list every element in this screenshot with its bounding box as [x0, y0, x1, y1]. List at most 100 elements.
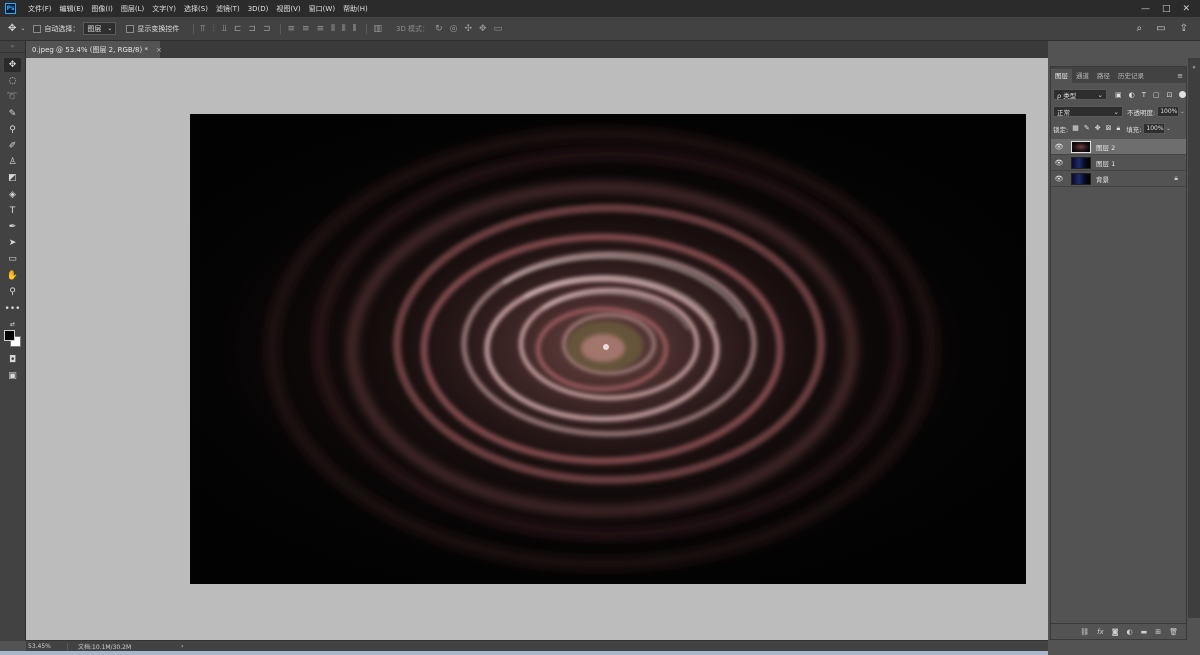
marquee-tool-icon[interactable]: ◌: [4, 74, 21, 88]
adjustment-icon[interactable]: ◐: [1127, 628, 1133, 636]
foreground-color-swatch[interactable]: [4, 330, 15, 341]
menu-window[interactable]: 窗口(W): [305, 4, 339, 14]
align-right-icon[interactable]: ⊐: [263, 24, 271, 34]
paint-bucket-tool-icon[interactable]: ◈: [4, 188, 21, 202]
distribute-left-icon[interactable]: ⫴: [331, 24, 335, 34]
distribute-vcenter-icon[interactable]: ≡: [302, 24, 310, 34]
new-layer-icon[interactable]: ⊞: [1155, 628, 1161, 636]
minimize-button[interactable]: —: [1141, 4, 1150, 14]
trash-icon[interactable]: 🗑︎: [1169, 628, 1178, 636]
type-tool-icon[interactable]: T: [4, 204, 21, 218]
distribute-top-icon[interactable]: ≡: [287, 24, 295, 34]
collapse-panels-icon[interactable]: «: [1188, 64, 1200, 71]
align-top-icon[interactable]: ⫪: [200, 24, 205, 34]
align-left-icon[interactable]: ⊏: [234, 24, 242, 34]
3d-camera-icon[interactable]: ▭: [494, 24, 503, 34]
canvas-area[interactable]: [26, 58, 1048, 640]
layer-row[interactable]: 👁︎ 图层 1: [1051, 155, 1186, 171]
panel-collapse-strip[interactable]: «: [1188, 58, 1200, 618]
eraser-tool-icon[interactable]: ◩: [4, 171, 21, 185]
link-icon[interactable]: ⛓: [1080, 628, 1089, 636]
layer-row[interactable]: 👁︎ 背景 🔒︎: [1051, 171, 1186, 187]
align-bottom-icon[interactable]: ⫫: [222, 24, 227, 34]
zoom-tool-icon[interactable]: ⚲: [4, 285, 21, 299]
maximize-button[interactable]: □: [1162, 4, 1171, 14]
stamp-tool-icon[interactable]: ♙: [4, 155, 21, 169]
auto-align-icon[interactable]: ▥: [373, 24, 382, 34]
eyedropper-tool-icon[interactable]: ⚲: [4, 123, 21, 137]
tab-layers[interactable]: 图层: [1051, 69, 1072, 83]
menu-layer[interactable]: 图层(L): [117, 4, 148, 14]
3d-rotate-icon[interactable]: ↻: [435, 24, 443, 34]
filter-type-icon[interactable]: T: [1142, 91, 1146, 99]
tab-paths[interactable]: 路径: [1093, 69, 1114, 83]
menu-help[interactable]: 帮助(H): [339, 4, 372, 14]
menu-type[interactable]: 文字(Y): [148, 4, 180, 14]
close-button[interactable]: ✕: [1182, 4, 1190, 14]
hand-tool-icon[interactable]: ✋: [4, 269, 21, 283]
distribute-bottom-icon[interactable]: ≡: [317, 24, 325, 34]
lasso-tool-icon[interactable]: ➰: [4, 90, 21, 104]
document-image[interactable]: [190, 114, 1026, 584]
close-icon[interactable]: ×: [156, 46, 162, 54]
fx-icon[interactable]: fx: [1097, 628, 1104, 636]
fill-dropdown-icon[interactable]: ⌄: [1166, 126, 1170, 132]
workspace-icon[interactable]: ▭: [1156, 23, 1165, 34]
search-icon[interactable]: ⌕: [1137, 23, 1143, 34]
filter-pixel-icon[interactable]: ▣: [1115, 91, 1122, 99]
visibility-eye-icon[interactable]: 👁︎: [1051, 159, 1067, 167]
path-select-tool-icon[interactable]: ➤: [4, 236, 21, 250]
panel-menu-icon[interactable]: ≡: [1177, 69, 1186, 83]
mask-icon[interactable]: ◙: [1112, 628, 1119, 636]
auto-select-checkbox[interactable]: [33, 24, 42, 33]
blend-mode-select[interactable]: 正常 ⌄: [1053, 106, 1123, 117]
tool-preset-dropdown-icon[interactable]: ⌄: [20, 25, 25, 32]
menu-image[interactable]: 图像(I): [87, 4, 117, 14]
layer-row[interactable]: 👁︎ 图层 2: [1051, 139, 1186, 155]
lock-transparency-icon[interactable]: ▦: [1072, 124, 1079, 133]
menu-file[interactable]: 文件(F): [24, 4, 56, 14]
document-tab[interactable]: 0.jpeg @ 53.4% (图层 2, RGB/8) * ×: [26, 41, 162, 58]
lock-artboard-icon[interactable]: ⊠: [1106, 124, 1112, 133]
visibility-eye-icon[interactable]: 👁︎: [1051, 175, 1067, 183]
menu-filter[interactable]: 滤镜(T): [212, 4, 244, 14]
fill-input[interactable]: 100%: [1143, 123, 1166, 134]
menu-3d[interactable]: 3D(D): [244, 5, 273, 13]
distribute-hcenter-icon[interactable]: ⫴: [342, 24, 346, 34]
filter-smart-object-icon[interactable]: ⊡: [1167, 91, 1173, 99]
menu-view[interactable]: 视图(V): [272, 4, 304, 14]
show-transform-checkbox[interactable]: [126, 24, 135, 33]
lock-position-icon[interactable]: ✥: [1095, 124, 1101, 133]
more-tools-icon[interactable]: •••: [4, 302, 21, 316]
filter-adjustment-icon[interactable]: ◐: [1129, 91, 1135, 99]
screen-mode-icon[interactable]: ▣: [4, 369, 21, 383]
align-hcenter-icon[interactable]: ⊐: [248, 24, 256, 34]
align-vcenter-icon[interactable]: ⫶: [213, 24, 215, 34]
swap-colors-icon[interactable]: ⇄: [4, 317, 21, 331]
filter-toggle-icon[interactable]: [1178, 91, 1186, 98]
folder-icon[interactable]: ▬: [1141, 628, 1148, 636]
auto-select-dropdown[interactable]: 图层 ⌄: [83, 22, 117, 35]
3d-roll-icon[interactable]: ◎: [450, 24, 458, 34]
brush-tool-icon[interactable]: ✐: [4, 139, 21, 153]
visibility-eye-icon[interactable]: 👁︎: [1051, 143, 1067, 151]
status-menu-arrow-icon[interactable]: ›: [181, 643, 183, 650]
3d-slide-icon[interactable]: ✥: [479, 24, 487, 34]
tools-collapse-icon[interactable]: »: [0, 41, 25, 53]
menu-select[interactable]: 选择(S): [180, 4, 212, 14]
quick-mask-icon[interactable]: ◘: [4, 353, 21, 367]
move-tool-icon[interactable]: ✥: [4, 58, 21, 72]
opacity-input[interactable]: 100%: [1157, 106, 1180, 117]
pen-tool-icon[interactable]: ✒: [4, 220, 21, 234]
tab-history[interactable]: 历史记录: [1114, 69, 1148, 83]
move-tool-icon[interactable]: ✥: [8, 23, 16, 34]
distribute-right-icon[interactable]: ⫴: [353, 24, 357, 34]
layer-filter-select[interactable]: ρ 类型 ⌄: [1053, 89, 1107, 100]
3d-pan-icon[interactable]: ✣: [464, 24, 472, 34]
tab-channels[interactable]: 通道: [1072, 69, 1093, 83]
share-icon[interactable]: ⇪: [1180, 23, 1188, 34]
quick-select-tool-icon[interactable]: ✎: [4, 107, 21, 121]
opacity-dropdown-icon[interactable]: ⌄: [1180, 109, 1184, 115]
zoom-level[interactable]: 53.45%: [26, 642, 68, 650]
rectangle-tool-icon[interactable]: ▭: [4, 252, 21, 266]
